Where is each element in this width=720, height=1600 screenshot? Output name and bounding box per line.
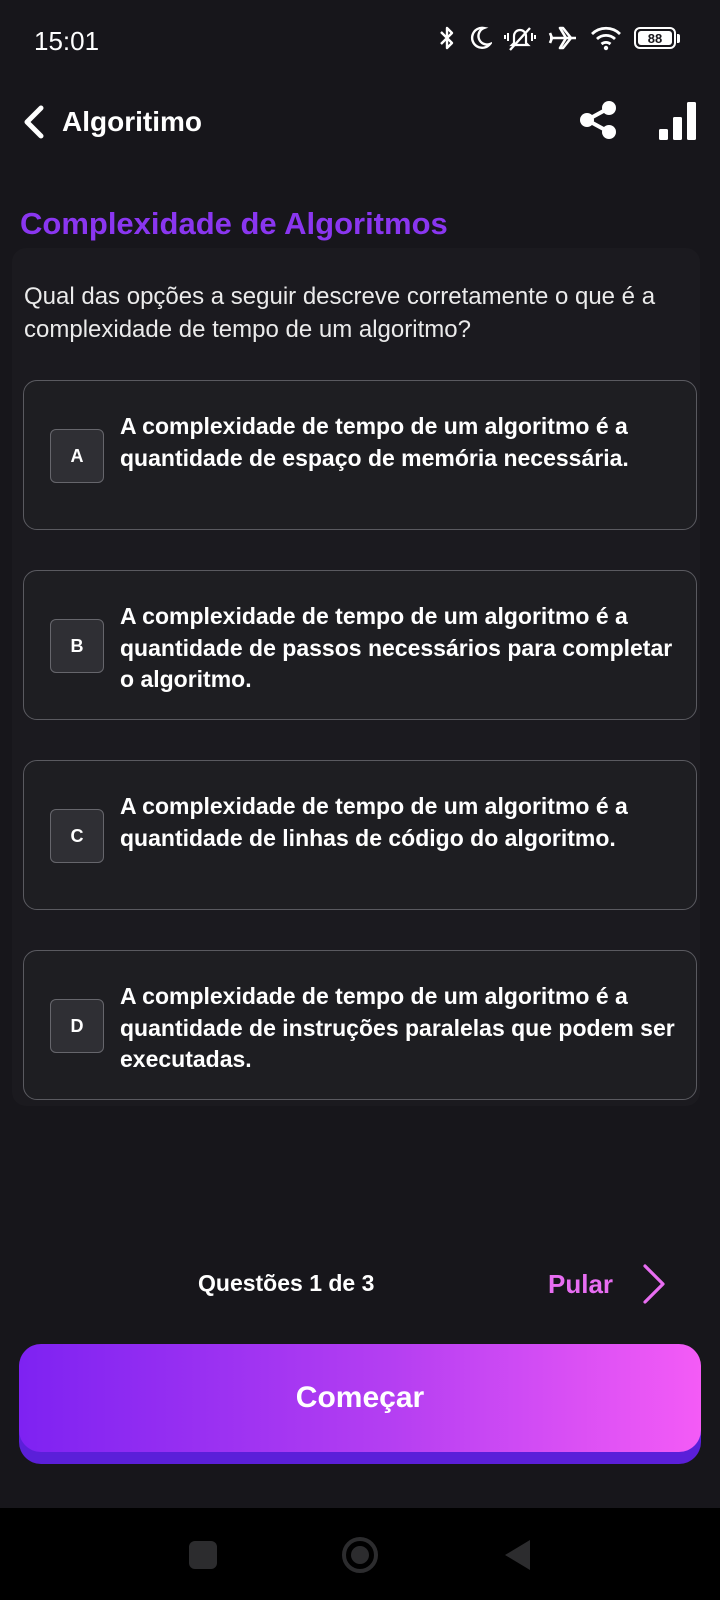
app-header: Algoritimo [0, 92, 720, 152]
skip-button[interactable]: Pular [548, 1260, 680, 1308]
option-b[interactable]: B A complexidade de tempo de um algoritm… [23, 570, 697, 720]
option-letter: C [50, 809, 104, 863]
chevron-right-icon [641, 1263, 667, 1305]
status-icons: 88 [438, 24, 680, 52]
option-c[interactable]: C A complexidade de tempo de um algoritm… [23, 760, 697, 910]
option-text: A complexidade de tempo de um algoritmo … [120, 603, 673, 692]
share-button[interactable] [574, 96, 622, 144]
topic-title: Complexidade de Algoritmos [20, 206, 448, 241]
battery-icon: 88 [634, 27, 680, 49]
share-icon [580, 101, 616, 139]
chevron-left-icon [24, 105, 44, 139]
option-a[interactable]: A A complexidade de tempo de um algoritm… [23, 380, 697, 530]
status-bar: 15:01 88 [0, 0, 720, 84]
option-d[interactable]: D A complexidade de tempo de um algoritm… [23, 950, 697, 1100]
option-text: A complexidade de tempo de um algoritmo … [120, 413, 629, 471]
bar-chart-icon [659, 102, 696, 140]
option-text: A complexidade de tempo de um algoritmo … [120, 793, 628, 851]
question-progress: Questões 1 de 3 [198, 1270, 375, 1296]
stats-button[interactable] [654, 96, 702, 144]
wifi-icon [590, 25, 622, 51]
page-title: Algoritimo [62, 106, 202, 137]
status-time: 15:01 [34, 26, 100, 56]
question-text: Qual das opções a seguir descreve corret… [24, 283, 656, 343]
home-circle-icon[interactable] [340, 1535, 380, 1575]
back-button[interactable] [16, 102, 52, 142]
bluetooth-icon [438, 24, 456, 52]
option-letter: B [50, 619, 104, 673]
option-text: A complexidade de tempo de um algoritmo … [120, 983, 675, 1072]
quiz-screen: 15:01 88 Algoritimo Complexidade de Algo… [0, 0, 720, 1600]
moon-icon [468, 25, 492, 51]
airplane-icon [548, 25, 578, 51]
start-label: Começar [295, 1381, 425, 1414]
battery-body: 88 [634, 27, 676, 49]
option-letter: D [50, 999, 104, 1053]
skip-label: Pular [548, 1268, 614, 1299]
start-button[interactable]: Começar [19, 1344, 701, 1452]
mute-vibrate-icon [504, 24, 536, 52]
back-triangle-icon[interactable] [502, 1538, 534, 1572]
option-letter: A [50, 429, 104, 483]
battery-level: 88 [647, 30, 663, 46]
recents-square-icon[interactable] [189, 1541, 217, 1569]
